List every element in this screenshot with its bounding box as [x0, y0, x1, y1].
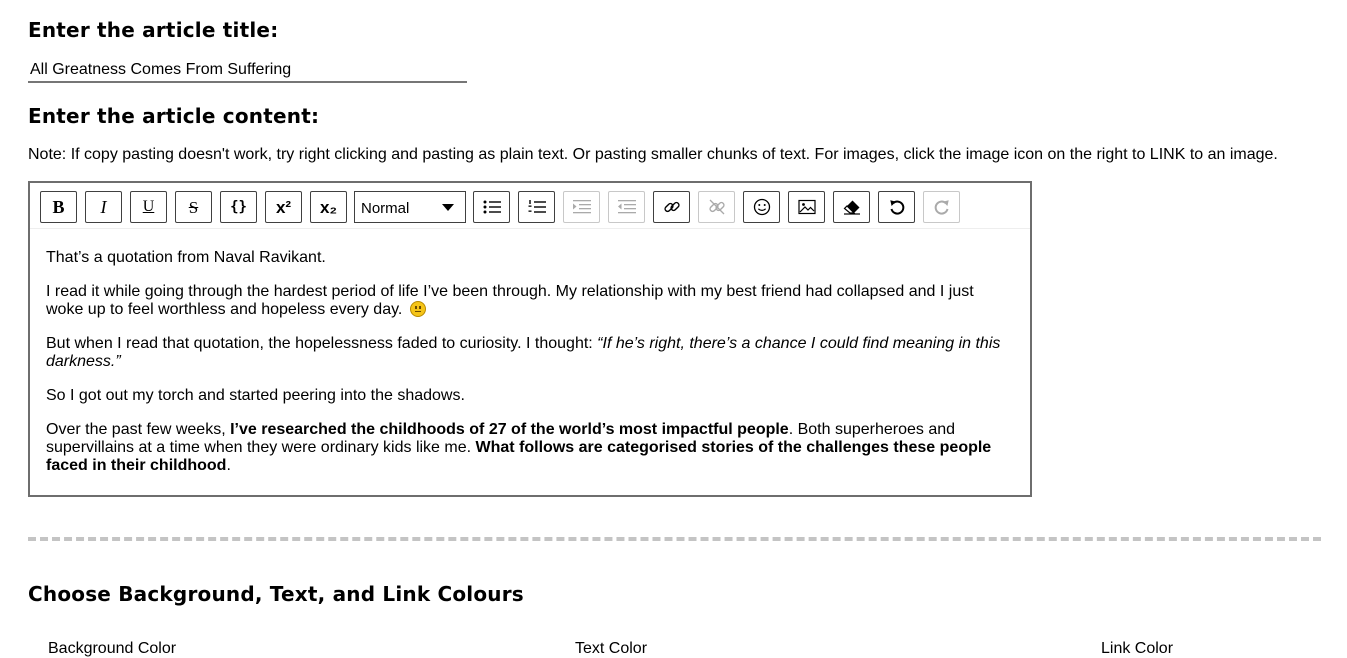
- subscript-button[interactable]: x₂: [310, 191, 347, 223]
- superscript-icon: x²: [275, 197, 292, 217]
- editor-content[interactable]: That’s a quotation from Naval Ravikant. …: [46, 249, 1006, 491]
- unlink-icon: [708, 199, 725, 215]
- format-select-value: Normal: [361, 200, 410, 217]
- text-format-select[interactable]: Normal: [354, 191, 466, 223]
- colors-heading: Choose Background, Text, and Link Colour…: [28, 582, 524, 606]
- code-icon: {}: [230, 199, 247, 215]
- paragraph-text: .: [226, 457, 231, 474]
- content-paragraph: I read it while going through the hardes…: [46, 283, 1006, 319]
- bold-icon: B: [52, 197, 65, 217]
- outdent-button[interactable]: [608, 191, 645, 223]
- link-button[interactable]: [653, 191, 690, 223]
- strikethrough-button[interactable]: S: [175, 191, 212, 223]
- bold-text: I’ve researched the childhoods of 27 of …: [230, 421, 789, 438]
- subscript-icon: x₂: [319, 197, 337, 217]
- rich-text-editor: B I U S {} x² x₂ Normal That’s a quotati…: [28, 181, 1032, 497]
- indent-icon: [572, 200, 591, 214]
- section-divider: [28, 537, 1321, 541]
- content-heading: Enter the article content:: [28, 104, 320, 128]
- emoji-button[interactable]: [743, 191, 780, 223]
- undo-button[interactable]: [878, 191, 915, 223]
- bullet-list-button[interactable]: [473, 191, 510, 223]
- content-paragraph: So I got out my torch and started peerin…: [46, 387, 465, 404]
- redo-icon: [934, 200, 949, 215]
- italic-button[interactable]: I: [85, 191, 122, 223]
- text-color-label: Text Color: [575, 640, 648, 657]
- editor-toolbar: B I U S {} x² x₂ Normal: [30, 183, 1030, 229]
- image-button[interactable]: [788, 191, 825, 223]
- italic-icon: I: [100, 197, 107, 217]
- unlink-button[interactable]: [698, 191, 735, 223]
- numbered-list-icon: [528, 200, 546, 213]
- title-heading: Enter the article title:: [28, 18, 279, 42]
- numbered-list-button[interactable]: [518, 191, 555, 223]
- outdent-icon: [617, 200, 636, 214]
- clear-format-button[interactable]: [833, 191, 870, 223]
- undo-icon: [889, 200, 904, 215]
- paragraph-text: But when I read that quotation, the hope…: [46, 335, 598, 352]
- superscript-button[interactable]: x²: [265, 191, 302, 223]
- redo-button[interactable]: [923, 191, 960, 223]
- paste-note: Note: If copy pasting doesn't work, try …: [28, 146, 1278, 163]
- strikethrough-icon: S: [188, 197, 199, 217]
- chevron-down-icon: [442, 204, 454, 211]
- paragraph-text: I read it while going through the hardes…: [46, 283, 974, 318]
- smiley-icon: [753, 198, 770, 216]
- link-color-label: Link Color: [1101, 640, 1174, 657]
- content-paragraph: But when I read that quotation, the hope…: [46, 335, 1006, 371]
- code-button[interactable]: {}: [220, 191, 257, 223]
- content-paragraph: That’s a quotation from Naval Ravikant.: [46, 249, 326, 266]
- indent-button[interactable]: [563, 191, 600, 223]
- article-title-input[interactable]: [28, 59, 467, 83]
- image-icon: [797, 199, 816, 215]
- underline-button[interactable]: U: [130, 191, 167, 223]
- link-icon: [663, 201, 680, 213]
- eraser-icon: [843, 200, 860, 215]
- bold-button[interactable]: B: [40, 191, 77, 223]
- paragraph-text: Over the past few weeks,: [46, 421, 231, 438]
- bullet-list-icon: [483, 200, 501, 214]
- content-paragraph: Over the past few weeks, I’ve researched…: [46, 421, 1006, 475]
- neutral-face-emoji-icon: [409, 301, 426, 317]
- background-color-label: Background Color: [48, 640, 177, 657]
- underline-icon: U: [142, 198, 155, 215]
